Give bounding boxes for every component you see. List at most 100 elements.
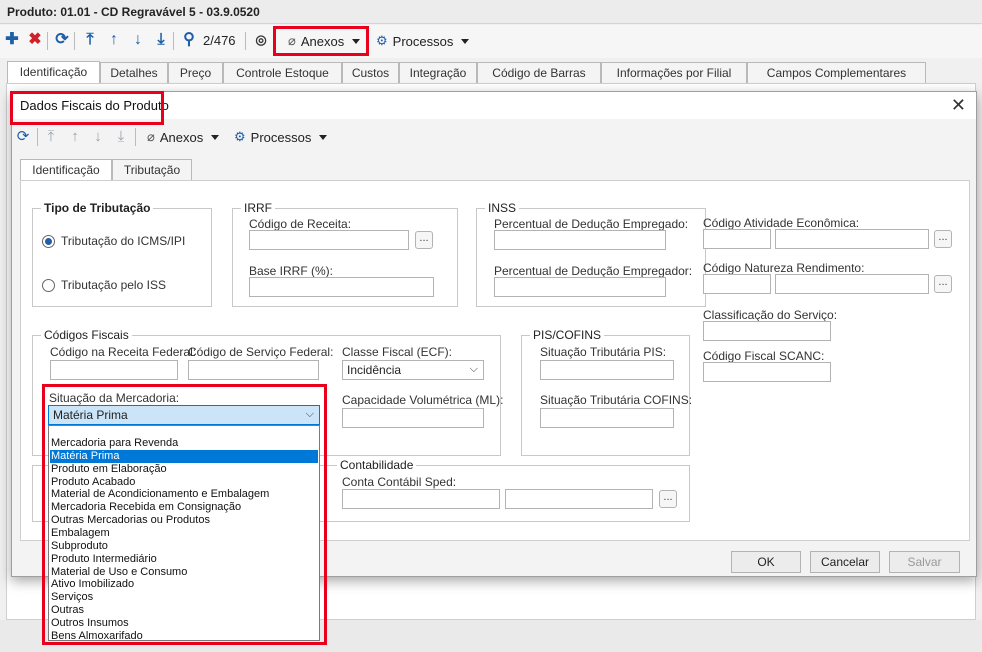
tab-campos-complementares[interactable]: Campos Complementares	[747, 62, 926, 83]
classe-fiscal-select[interactable]: Incidência ⌵	[342, 360, 484, 380]
conta-contabil-label: Conta Contábil Sped:	[342, 475, 457, 489]
classe-fiscal-value: Incidência	[347, 363, 402, 377]
classificacao-servico-label: Classificação do Serviço:	[703, 308, 838, 322]
deducao-empregador-input[interactable]	[494, 277, 666, 297]
natureza-rendimento-desc-input[interactable]	[775, 274, 929, 294]
last-record-icon: ⤓	[117, 128, 125, 145]
situacao-cofins-label: Situação Tributária COFINS:	[540, 393, 693, 407]
pis-cofins-group: PIS/COFINS Situação Tributária PIS: Situ…	[521, 328, 693, 456]
tab-tributacao[interactable]: Tributação	[112, 159, 192, 180]
caret-down-icon	[211, 134, 220, 140]
base-irrf-label: Base IRRF (%):	[249, 264, 334, 278]
atividade-economica-desc-input[interactable]	[775, 229, 929, 249]
conta-contabil-code-input[interactable]	[342, 489, 500, 509]
conta-contabil-lookup-button[interactable]: ...	[659, 490, 677, 508]
classificacao-servico-input[interactable]	[703, 321, 831, 341]
tab-preco[interactable]: Preço	[168, 62, 223, 83]
natureza-rendimento-lookup-button[interactable]: ...	[934, 275, 952, 293]
caret-down-icon	[461, 38, 470, 44]
tab-detalhes[interactable]: Detalhes	[100, 62, 168, 83]
first-record-icon[interactable]: ⤒	[81, 30, 99, 50]
tipo-tributacao-group: Tipo de Tributação Tributação do ICMS/IP…	[32, 201, 212, 307]
atividade-economica-lookup-button[interactable]: ...	[934, 230, 952, 248]
processos-button[interactable]: ⚙ Processos	[372, 30, 473, 52]
binoculars-icon[interactable]: ◎	[252, 30, 270, 50]
toolbar-separator	[173, 32, 174, 50]
toolbar-separator	[135, 128, 136, 146]
deducao-empregado-input[interactable]	[494, 230, 666, 250]
codigo-receita-lookup-button[interactable]: ...	[415, 231, 433, 249]
fiscal-scanc-label: Código Fiscal SCANC:	[703, 349, 825, 363]
delete-icon[interactable]: ✖	[26, 30, 44, 50]
group-title: IRRF	[241, 201, 275, 215]
tab-controle-estoque[interactable]: Controle Estoque	[223, 62, 342, 83]
radio-iss-label: Tributação pelo ISS	[61, 278, 166, 292]
radio-icms[interactable]	[42, 235, 55, 248]
receita-federal-input[interactable]	[50, 360, 178, 380]
tab-informacoes-filial[interactable]: Informações por Filial	[601, 62, 747, 83]
outer-tabbar: Identificação Detalhes Preço Controle Es…	[0, 60, 982, 84]
fiscal-scanc-input[interactable]	[703, 362, 831, 382]
dialog-toolbar: ⟳ ⤒ ↑ ↓ ⤓ ⌀ Anexos ⚙ Processos	[12, 122, 976, 152]
dialog-anexos-button[interactable]: ⌀ Anexos	[143, 126, 223, 148]
classe-fiscal-label: Classe Fiscal (ECF):	[342, 345, 453, 359]
tab-integracao[interactable]: Integração	[399, 62, 477, 83]
servico-federal-label: Código de Serviço Federal:	[188, 345, 334, 359]
previous-record-icon[interactable]: ↑	[105, 30, 123, 50]
tab-codigo-de-barras[interactable]: Código de Barras	[477, 62, 601, 83]
refresh-icon[interactable]: ⟳	[53, 30, 71, 50]
processos-label: Processos	[392, 33, 454, 49]
gear-icon: ⚙	[376, 33, 388, 48]
base-irrf-input[interactable]	[249, 277, 434, 297]
radio-icms-label: Tributação do ICMS/IPI	[61, 234, 186, 248]
situacao-cofins-input[interactable]	[540, 408, 674, 428]
refresh-icon[interactable]: ⟳	[15, 127, 31, 147]
tab-identificacao[interactable]: Identificação	[20, 159, 112, 182]
previous-record-icon: ↑	[71, 128, 79, 145]
toolbar-separator	[37, 128, 38, 146]
codigo-receita-input[interactable]	[249, 230, 409, 250]
deducao-empregado-label: Percentual de Dedução Empregado:	[494, 217, 689, 231]
tab-custos[interactable]: Custos	[342, 62, 399, 83]
group-title: PIS/COFINS	[530, 328, 605, 342]
next-record-icon[interactable]: ↓	[129, 30, 147, 50]
natureza-rendimento-label: Código Natureza Rendimento:	[703, 261, 865, 275]
situacao-pis-input[interactable]	[540, 360, 674, 380]
highlight-box	[273, 26, 369, 56]
codigo-receita-label: Código de Receita:	[249, 217, 352, 231]
close-icon[interactable]: ✕	[951, 95, 966, 115]
toolbar-separator	[74, 32, 75, 50]
toolbar-separator	[245, 32, 246, 50]
cancel-button[interactable]: Cancelar	[810, 551, 880, 573]
search-icon[interactable]: ⚲	[180, 30, 198, 50]
atividade-economica-code-input[interactable]	[703, 229, 771, 249]
natureza-rendimento-code-input[interactable]	[703, 274, 771, 294]
ok-button[interactable]: OK	[731, 551, 801, 573]
capacidade-volumetrica-input[interactable]	[342, 408, 484, 428]
caret-down-icon	[319, 134, 328, 140]
processos-label: Processos	[250, 129, 312, 145]
toolbar-separator	[47, 32, 48, 50]
add-icon[interactable]: ✚	[3, 30, 21, 50]
next-record-icon: ↓	[94, 128, 102, 145]
deducao-empregador-label: Percentual de Dedução Empregador:	[494, 264, 693, 278]
save-button[interactable]: Salvar	[889, 551, 960, 573]
dialog-processos-button[interactable]: ⚙ Processos	[230, 126, 331, 148]
anexos-label: Anexos	[159, 129, 204, 145]
record-counter: 2/476	[203, 33, 236, 48]
receita-federal-label: Código na Receita Federal:	[50, 345, 197, 359]
conta-contabil-desc-input[interactable]	[505, 489, 653, 509]
group-title: Códigos Fiscais	[41, 328, 132, 342]
radio-iss[interactable]	[42, 279, 55, 292]
highlight-box	[42, 384, 327, 645]
atividade-economica-label: Código Atividade Econômica:	[703, 216, 860, 230]
last-record-icon[interactable]: ⤓	[152, 30, 170, 50]
capacidade-volumetrica-label: Capacidade Volumétrica (ML):	[342, 393, 504, 407]
servico-federal-input[interactable]	[188, 360, 319, 380]
group-title: Tipo de Tributação	[41, 201, 154, 215]
main-toolbar: ✚ ✖ ⟳ ⤒ ↑ ↓ ⤓ ⚲ 2/476 ◎ ⌀ Anexos ⚙ Proce…	[0, 25, 982, 58]
situacao-pis-label: Situação Tributária PIS:	[540, 345, 667, 359]
tab-identificacao[interactable]: Identificação	[7, 61, 100, 84]
paperclip-icon: ⌀	[147, 129, 155, 144]
irrf-group: IRRF Código de Receita: ... Base IRRF (%…	[232, 201, 458, 307]
